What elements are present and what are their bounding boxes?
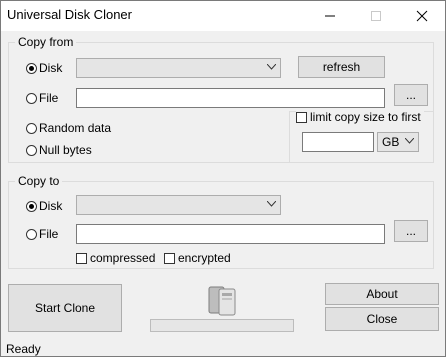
dest-file-label: File [39,227,59,241]
title-bar: Universal Disk Cloner [1,1,445,31]
maximize-button[interactable] [353,1,399,31]
checkbox-square [76,252,87,264]
minimize-button[interactable] [307,1,353,31]
maximize-icon [371,11,381,21]
close-button[interactable]: Close [325,307,439,331]
source-disk-select[interactable] [76,58,281,78]
chevron-down-icon [405,138,414,144]
source-random-label: Random data [39,121,112,135]
copy-to-label: Copy to [15,174,63,188]
start-clone-button[interactable]: Start Clone [8,284,122,332]
dest-file-input[interactable] [76,224,385,244]
drive-icon [208,286,236,316]
limit-unit-select[interactable]: GB [377,132,419,152]
source-disk-radio[interactable]: Disk [26,61,62,75]
checkbox-square [296,111,307,123]
dest-browse-button[interactable]: ... [394,220,428,242]
copy-to-group: Copy to Disk File ... compressed encrypt… [8,174,434,269]
compressed-checkbox[interactable]: compressed [76,251,155,265]
source-disk-label: Disk [39,61,63,75]
source-file-input[interactable] [76,88,385,108]
limit-size-input[interactable] [302,132,374,152]
source-browse-button[interactable]: ... [394,84,428,106]
about-button[interactable]: About [325,283,439,305]
copy-from-group: Copy from Disk refresh File ... Random d… [8,35,434,163]
refresh-button[interactable]: refresh [298,56,385,78]
minimize-icon [325,15,335,17]
dest-file-radio[interactable]: File [26,227,58,241]
radio-dot [26,92,37,104]
dest-disk-select[interactable] [76,195,281,215]
source-file-radio[interactable]: File [26,91,58,105]
chevron-down-icon [267,64,276,70]
compressed-label: compressed [90,251,156,265]
app-window: Universal Disk Cloner Copy from Disk ref… [0,0,446,357]
dest-disk-label: Disk [39,199,63,213]
source-null-radio[interactable]: Null bytes [26,143,92,157]
window-title: Universal Disk Cloner [7,7,132,22]
clone-progress-bar [150,319,294,332]
status-text: Ready [6,342,41,356]
radio-dot [26,62,37,74]
limit-size-group: limit copy size to first GB [289,110,434,163]
source-file-label: File [39,91,59,105]
close-icon [416,10,428,22]
radio-dot [26,228,37,240]
dest-disk-radio[interactable]: Disk [26,199,62,213]
encrypted-checkbox[interactable]: encrypted [164,251,231,265]
chevron-down-icon [267,201,276,207]
limit-unit-value: GB [382,135,400,149]
limit-size-label: limit copy size to first [310,110,421,124]
encrypted-label: encrypted [178,251,231,265]
source-random-radio[interactable]: Random data [26,121,111,135]
copy-from-label: Copy from [15,35,77,49]
close-window-button[interactable] [399,1,445,31]
checkbox-square [164,252,175,264]
radio-dot [26,200,37,212]
radio-dot [26,122,37,134]
limit-size-checkbox[interactable]: limit copy size to first [296,110,424,124]
source-null-label: Null bytes [39,143,92,157]
radio-dot [26,144,37,156]
